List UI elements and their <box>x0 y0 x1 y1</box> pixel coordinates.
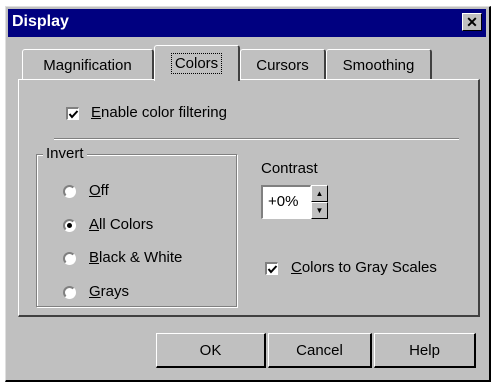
colors-to-gray-scales-checkbox[interactable] <box>265 262 278 275</box>
spin-down-arrow-icon: ▼ <box>315 206 324 215</box>
contrast-up-button[interactable]: ▲ <box>311 185 328 202</box>
colors-to-gray-scales-label[interactable]: Colors to Gray Scales <box>291 259 437 276</box>
tab-label: Magnification <box>43 57 132 74</box>
spin-up-arrow-icon: ▲ <box>315 189 324 198</box>
tab-label: Smoothing <box>342 57 415 74</box>
title-bar[interactable]: Display ✕ <box>8 9 486 37</box>
label-text: rays <box>100 283 130 300</box>
close-button[interactable]: ✕ <box>462 13 482 31</box>
accelerator-key: O <box>89 182 101 199</box>
accelerator-key: E <box>91 104 102 121</box>
radio-grays[interactable] <box>63 286 76 299</box>
tab-cursors[interactable]: Cursors <box>240 49 326 81</box>
help-button[interactable]: Help <box>374 333 476 368</box>
cancel-button[interactable]: Cancel <box>268 333 372 368</box>
radio-grays-label[interactable]: Grays <box>89 283 129 300</box>
contrast-input[interactable]: +0% <box>261 185 311 219</box>
contrast-label: Contrast <box>261 160 318 177</box>
checkmark-icon <box>267 265 278 274</box>
radio-all-colors-label[interactable]: All Colors <box>89 216 153 233</box>
tab-magnification[interactable]: Magnification <box>22 49 154 81</box>
radio-selected-dot <box>67 223 72 228</box>
tab-colors[interactable]: Colors <box>154 45 240 81</box>
accelerator-key: G <box>89 283 101 300</box>
enable-color-filtering-checkbox[interactable] <box>66 107 79 120</box>
radio-all-colors[interactable] <box>63 219 76 232</box>
label-text: nable color filtering <box>101 104 227 121</box>
tab-smoothing[interactable]: Smoothing <box>326 49 432 81</box>
radio-off[interactable] <box>63 185 76 198</box>
accelerator-key: C <box>291 259 302 276</box>
checkmark-icon <box>68 110 79 119</box>
radio-black-white[interactable] <box>63 252 76 265</box>
label-text: lack & White <box>99 249 183 266</box>
label-text: ff <box>100 182 109 199</box>
label-text: olors to Gray Scales <box>301 259 437 276</box>
accelerator-key: B <box>89 249 100 266</box>
tab-label: Colors <box>170 53 223 74</box>
accelerator-key: A <box>89 216 100 233</box>
radio-black-white-label[interactable]: Black & White <box>89 249 182 266</box>
window-title: Display <box>12 13 69 30</box>
radio-off-label[interactable]: Off <box>89 182 109 199</box>
enable-color-filtering-label[interactable]: Enable color filtering <box>91 104 227 121</box>
invert-group-label: Invert <box>43 145 87 162</box>
tab-label: Cursors <box>256 57 309 74</box>
close-icon: ✕ <box>466 14 478 30</box>
ok-button[interactable]: OK <box>156 333 266 368</box>
separator <box>54 138 459 140</box>
contrast-down-button[interactable]: ▼ <box>311 202 328 219</box>
label-text: ll Colors <box>99 216 154 233</box>
